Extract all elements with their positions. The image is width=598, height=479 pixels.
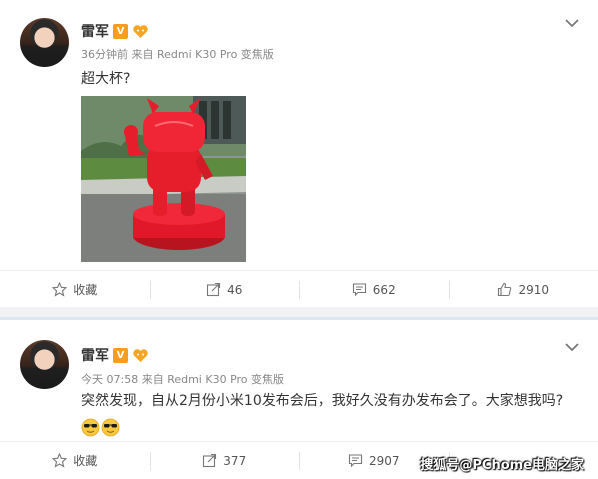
repost-button[interactable]: 377 (149, 442, 300, 479)
weibo-feed: 雷军 V 36分钟前 来自 Redmi K30 Pro 变焦版 超大杯? 收藏 … (0, 0, 598, 479)
post-separator (0, 307, 598, 320)
avatar[interactable] (20, 340, 69, 389)
sunglasses-emoji-icon (81, 418, 100, 437)
comment-count: 662 (372, 282, 396, 297)
favorite-label: 收藏 (73, 283, 98, 297)
watermark-text: 搜狐号@PChome电脑之家 (420, 458, 584, 473)
author-line: 雷军 V (81, 21, 149, 41)
heart-badge-icon (132, 348, 149, 363)
star-icon (52, 453, 68, 468)
star-icon (52, 282, 68, 297)
comment-icon (352, 283, 366, 297)
repost-count: 377 (223, 453, 247, 468)
username[interactable]: 雷军 (81, 21, 109, 41)
post-text: 突然发现，自从2月份小米10发布会后，我好久没有办发布会了。大家想我吗? (81, 393, 564, 409)
favorite-label: 收藏 (73, 454, 98, 468)
username[interactable]: 雷军 (81, 345, 109, 365)
repost-button[interactable]: 46 (149, 271, 300, 308)
avatar[interactable] (20, 18, 69, 67)
weibo-post: 雷军 V 36分钟前 来自 Redmi K30 Pro 变焦版 超大杯? 收藏 … (0, 0, 598, 307)
like-button[interactable]: 2910 (448, 271, 598, 308)
post-text: 超大杯? (81, 71, 131, 87)
sunglasses-emoji-icon (101, 418, 120, 437)
like-count: 2910 (518, 282, 550, 297)
mascot-statue-photo (81, 96, 246, 262)
comment-count: 2907 (368, 453, 400, 468)
action-bar: 收藏 46 662 2910 (0, 270, 598, 308)
chevron-down-icon[interactable] (565, 18, 579, 28)
repost-icon (207, 282, 221, 297)
favorite-button[interactable]: 收藏 (0, 442, 150, 479)
weibo-post: 雷军 V 今天 07:58 来自 Redmi K30 Pro 变焦版 突然发现，… (0, 320, 598, 479)
author-line: 雷军 V (81, 345, 149, 365)
favorite-button[interactable]: 收藏 (0, 271, 150, 308)
chevron-down-icon[interactable] (565, 342, 579, 352)
comment-button[interactable]: 662 (299, 271, 449, 308)
thumbs-up-icon (498, 282, 512, 297)
post-meta: 36分钟前 来自 Redmi K30 Pro 变焦版 (81, 48, 274, 61)
emoji-row (81, 418, 120, 437)
repost-icon (203, 453, 217, 468)
repost-count: 46 (227, 282, 243, 297)
verified-badge-icon: V (113, 23, 128, 39)
heart-badge-icon (132, 24, 149, 39)
comment-icon (348, 454, 363, 468)
post-meta: 今天 07:58 来自 Redmi K30 Pro 变焦版 (81, 373, 285, 386)
post-image[interactable] (81, 96, 246, 262)
verified-badge-icon: V (113, 347, 128, 363)
